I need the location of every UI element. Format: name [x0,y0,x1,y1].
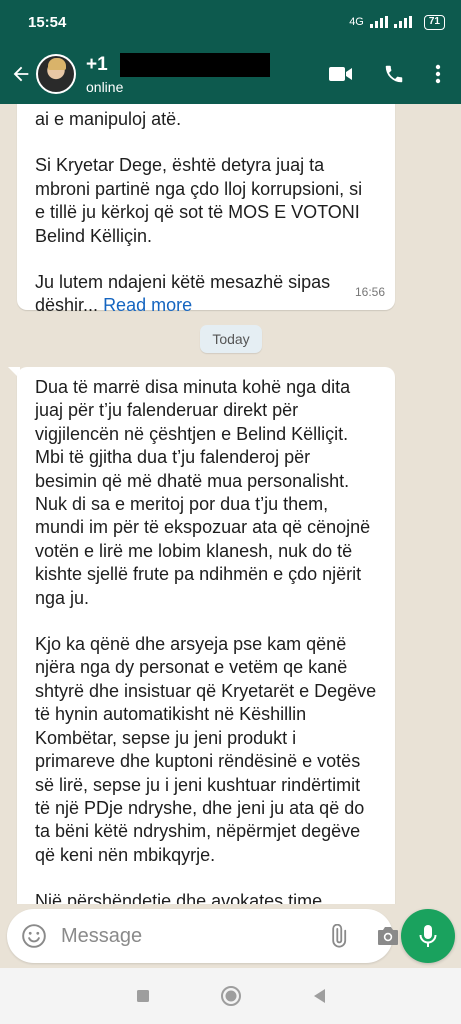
emoji-icon[interactable] [21,923,47,949]
chat-header: +1 online [0,44,461,104]
battery-icon: 71 [423,14,445,30]
message-paragraph: Kjo ka qënë dhe arsyeja pse kam qënë një… [35,634,377,865]
signal-icon-2 [393,16,412,28]
status-bar: 15:54 4G 71 [0,0,461,44]
voice-message-button[interactable] [401,909,455,963]
status-icons: 4G 71 [349,14,445,30]
date-divider: Today [200,325,262,353]
read-more-link[interactable]: Read more [103,295,192,315]
header-actions [329,63,441,85]
message-bubble[interactable]: ai e manipuloj atë. Si Kryetar Dege, ësh… [17,104,395,315]
microphone-icon [417,923,439,949]
message-paragraph: ai e manipuloj atë. [35,109,182,129]
back-nav-icon[interactable] [311,987,327,1005]
camera-icon[interactable] [376,925,400,947]
recents-icon[interactable] [135,988,151,1004]
contact-name-row: +1 [86,53,329,77]
message-paragraph-truncated: Ju lutem ndajeni këtë mesazhë sipas dësh… [35,271,377,318]
redaction-bar [119,53,270,77]
attach-icon[interactable] [326,924,350,948]
contact-status: online [86,79,124,95]
contact-name: +1 [86,54,108,75]
message-paragraph: Si Kryetar Dege, është detyra juaj ta mb… [35,155,363,246]
phone-call-icon[interactable] [383,63,405,85]
signal-icon [369,16,388,28]
home-icon[interactable] [220,985,242,1007]
network-label: 4G [349,16,364,28]
message-time: 16:56 [354,284,385,299]
message-paragraph: Dua të marrë disa minuta kohë nga dita j… [35,377,371,608]
more-options-icon[interactable] [435,64,441,84]
message-input[interactable] [61,924,326,948]
contact-info[interactable]: +1 online [86,53,329,95]
avatar[interactable] [36,54,76,94]
system-nav-bar [0,968,461,1024]
message-bubble[interactable]: Dua të marrë disa minuta kohë nga dita j… [17,367,395,904]
chat-area[interactable]: ai e manipuloj atë. Si Kryetar Dege, ësh… [0,104,461,904]
video-call-icon[interactable] [329,65,353,83]
message-paragraph: Një përshëndetje dhe avokates time Endir… [35,891,323,904]
message-composer [7,909,398,963]
back-arrow-icon[interactable] [6,63,36,85]
composer-icons [326,924,400,948]
status-time: 15:54 [28,13,67,31]
